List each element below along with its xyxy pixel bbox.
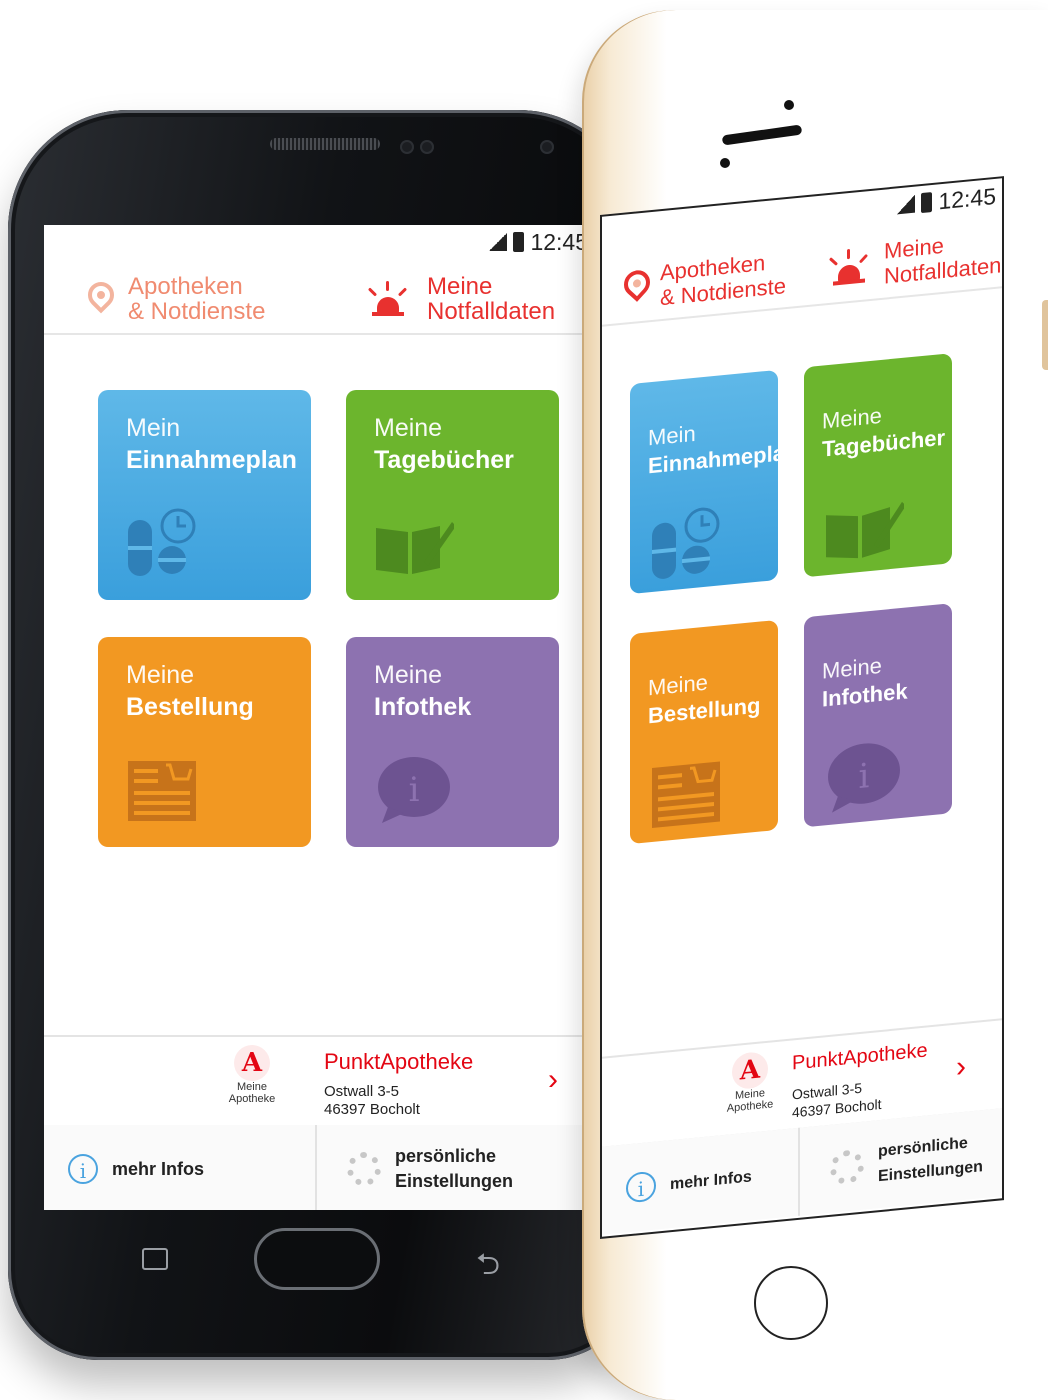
location-pin-icon xyxy=(618,265,656,302)
nav-pharmacies-sublabel: & Notdienste xyxy=(128,298,266,325)
pharmacy-logo: A Meine Apotheke xyxy=(722,1050,778,1115)
iphone-screen: 12:45 Apotheken & Notdienste Meine Notfall… xyxy=(600,176,1004,1239)
nav-emergency-sublabel: Notfalldaten xyxy=(427,298,556,325)
pill-clock-icon xyxy=(652,507,720,579)
logo-caption: Meine xyxy=(237,1081,267,1093)
more-info-button[interactable]: i mehr Infos xyxy=(44,1125,315,1210)
recent-apps-key[interactable] xyxy=(142,1248,168,1270)
settings-sublabel: Einstellungen xyxy=(395,1171,514,1191)
info-bubble-icon: i xyxy=(378,757,450,823)
pharmacy-street: Ostwall 3-5 xyxy=(324,1083,400,1100)
info-icon: i xyxy=(68,1154,98,1184)
location-pin-icon xyxy=(82,276,120,314)
tile-label: Meine xyxy=(374,414,443,442)
personal-settings-button[interactable]: persönliche Einstellungen xyxy=(798,1108,1002,1216)
pharmacy-logo: A Meine Apotheke xyxy=(224,1045,280,1105)
logo-caption: Apotheke xyxy=(228,1093,276,1105)
signal-icon xyxy=(489,233,508,251)
tile-infothek[interactable]: Meine Infothek i xyxy=(804,603,952,828)
pharmacy-bar[interactable]: A Meine Apotheke PunktApotheke Ostwall 3-… xyxy=(44,1035,594,1127)
status-time: 12:45 xyxy=(938,182,996,214)
info-icon: i xyxy=(626,1170,656,1204)
chevron-right-icon[interactable]: › xyxy=(548,1063,558,1097)
front-camera xyxy=(784,100,794,110)
tile-title: Infothek xyxy=(374,693,472,721)
tile-label: Meine xyxy=(126,661,195,689)
side-button[interactable] xyxy=(1042,300,1048,370)
status-bar: 12:45 xyxy=(897,178,1002,222)
android-screen: 12:45 Apotheken & Notdienste Meine Notfall… xyxy=(44,225,594,1210)
front-camera xyxy=(540,140,554,154)
status-bar: 12:45 xyxy=(489,225,594,259)
tile-diaries[interactable]: Meine Tagebücher xyxy=(804,353,952,578)
android-phone: 12:45 Apotheken & Notdienste Meine Notfall… xyxy=(8,110,638,1360)
home-button[interactable] xyxy=(754,1266,828,1340)
tile-title: Tagebücher xyxy=(374,446,514,474)
battery-icon xyxy=(921,191,933,214)
nav-pharmacies[interactable]: Apotheken & Notdienste xyxy=(44,265,319,333)
svg-text:i: i xyxy=(409,770,420,810)
back-arrow-icon[interactable]: ⮌ xyxy=(476,1242,500,1293)
nav-emergency-label: Meine xyxy=(427,273,493,300)
pharmacy-name: PunktApotheke xyxy=(792,1039,928,1075)
battery-icon xyxy=(513,232,525,252)
signal-icon xyxy=(897,194,916,215)
status-time: 12:45 xyxy=(530,228,588,255)
tile-diaries[interactable]: Meine Tagebücher xyxy=(346,390,559,600)
apotheke-a-icon: A xyxy=(732,1050,768,1091)
home-key[interactable] xyxy=(254,1228,380,1290)
tile-order[interactable]: Meine Bestellung xyxy=(98,637,311,847)
pharmacy-city: 46397 Bocholt xyxy=(324,1101,420,1118)
nav-emergency-data[interactable]: Meine Notfalldaten xyxy=(319,265,594,333)
apotheke-a-icon: A xyxy=(234,1045,270,1081)
order-list-cart-icon xyxy=(128,761,196,821)
book-pen-icon xyxy=(376,522,454,574)
nav-pharmacies[interactable]: Apotheken & Notdienste xyxy=(602,238,802,325)
top-navigation: Apotheken & Notdienste Meine Notfalldaten xyxy=(602,218,1002,327)
pill-clock-icon xyxy=(128,508,196,576)
logo-caption: Apotheke xyxy=(726,1098,774,1115)
order-list-cart-icon xyxy=(652,761,720,828)
more-info-label: mehr Infos xyxy=(112,1158,205,1179)
tile-intake-plan[interactable]: Mein Einnahmeplan xyxy=(630,369,798,595)
more-info-label: mehr Infos xyxy=(670,1167,752,1193)
tile-label: Meine xyxy=(374,661,443,689)
svg-text:i: i xyxy=(859,756,870,797)
tile-title: Einnahmeplan xyxy=(126,446,297,474)
chevron-right-icon[interactable]: › xyxy=(956,1050,966,1085)
pharmacy-name: PunktApotheke xyxy=(324,1049,474,1074)
earpiece-speaker xyxy=(721,124,803,146)
gear-icon xyxy=(830,1148,864,1186)
tile-infothek[interactable]: Meine Infothek i xyxy=(346,637,559,847)
book-pen-icon xyxy=(826,501,904,559)
siren-icon xyxy=(363,279,413,319)
bottom-bar: i mehr Infos persönliche Einstellungen xyxy=(44,1125,594,1210)
more-info-button[interactable]: i mehr Infos xyxy=(602,1128,798,1235)
siren-icon xyxy=(824,245,874,290)
tile-intake-plan[interactable]: Mein Einnahmeplan xyxy=(98,390,311,600)
info-bubble-icon: i xyxy=(828,743,900,813)
settings-sublabel: Einstellungen xyxy=(878,1158,983,1186)
tile-label: Mein xyxy=(126,414,181,442)
gear-icon xyxy=(347,1152,381,1186)
top-navigation: Apotheken & Notdienste Meine Notfalldaten xyxy=(44,265,594,335)
nav-emergency-data[interactable]: Meine Notfalldaten xyxy=(802,218,1002,305)
sensor xyxy=(400,140,414,154)
earpiece-speaker xyxy=(270,138,380,150)
personal-settings-button[interactable]: persönliche Einstellungen xyxy=(315,1125,594,1210)
nav-pharmacies-label: Apotheken xyxy=(128,273,243,300)
settings-label: persönliche xyxy=(395,1146,497,1166)
iphone: 12:45 Apotheken & Notdienste Meine Notfall… xyxy=(582,10,1048,1400)
settings-label: persönliche xyxy=(878,1134,968,1161)
sensor xyxy=(420,140,434,154)
tile-order[interactable]: Meine Bestellung xyxy=(630,619,778,845)
iphone-screen-wrap: 12:45 Apotheken & Notdienste Meine Notfall… xyxy=(600,135,1020,1250)
tile-title: Bestellung xyxy=(126,693,254,721)
